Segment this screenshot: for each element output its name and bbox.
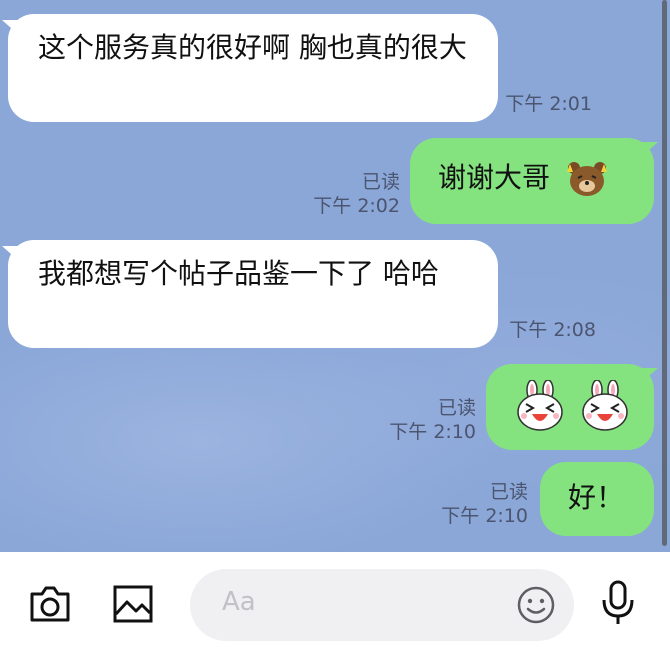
outgoing-message[interactable]: 谢谢大哥 (410, 138, 654, 224)
message-time: 下午 2:02 (313, 195, 400, 217)
message-time: 下午 2:10 (441, 505, 528, 527)
smiley-icon[interactable] (516, 585, 556, 625)
outgoing-sticker-message[interactable] (486, 364, 654, 450)
input-placeholder: Aa (222, 587, 256, 617)
microphone-icon[interactable] (600, 580, 636, 626)
bubble-tail (640, 142, 658, 158)
message-text: 谢谢大哥 (438, 161, 551, 194)
bear-emoji-icon (566, 162, 607, 196)
incoming-message[interactable]: 我都想写个帖子品鉴一下了 哈哈 (8, 240, 498, 348)
message-time: 下午 2:08 (509, 319, 596, 341)
outgoing-message[interactable]: 好！ (540, 462, 654, 536)
bunny-sticker-icon (582, 380, 628, 431)
message-input[interactable]: Aa (190, 569, 574, 641)
message-text: 我都想写个帖子品鉴一下了 哈哈 (38, 257, 439, 290)
bunny-sticker-icon (517, 380, 563, 431)
chat-area[interactable]: 这个服务真的很好啊 胸也真的很大 下午 2:01 已读 下午 2:02 谢谢大哥… (0, 0, 670, 552)
read-receipt: 已读 (489, 481, 528, 503)
incoming-message[interactable]: 这个服务真的很好啊 胸也真的很大 (8, 14, 498, 122)
image-icon[interactable] (112, 584, 154, 624)
message-text: 这个服务真的很好啊 胸也真的很大 (38, 31, 467, 64)
message-text: 好！ (568, 481, 625, 514)
read-receipt: 已读 (437, 397, 476, 419)
read-receipt: 已读 (361, 171, 400, 193)
message-toolbar: Aa (0, 552, 670, 655)
scrollbar[interactable] (662, 0, 667, 546)
bubble-tail (640, 368, 658, 384)
message-time: 下午 2:01 (505, 93, 592, 115)
message-time: 下午 2:10 (389, 421, 476, 443)
camera-icon[interactable] (28, 584, 72, 624)
